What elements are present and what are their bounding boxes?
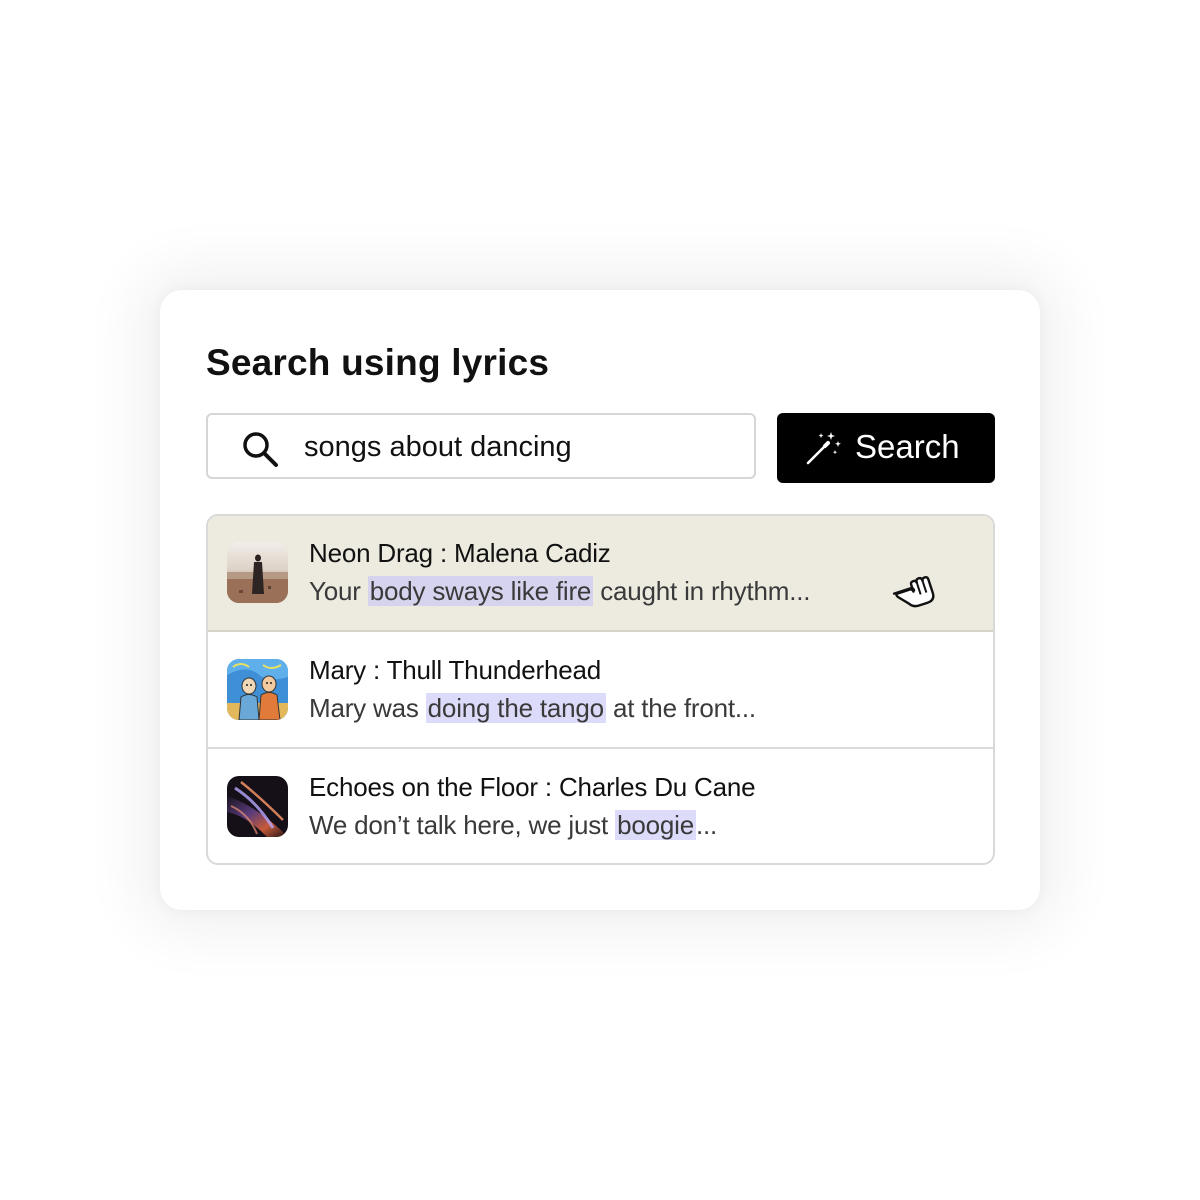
result-title: Echoes on the Floor : Charles Du Cane — [309, 772, 756, 803]
song-name: Neon Drag — [309, 538, 433, 568]
search-icon — [243, 432, 278, 467]
lyric-highlight: doing the tango — [425, 693, 606, 723]
title-separator: : — [537, 772, 559, 802]
magic-wand-icon — [806, 432, 841, 465]
result-lyric: Mary was doing the tango at the front... — [309, 693, 756, 724]
lyric-highlight: boogie — [615, 810, 696, 840]
artist-name: Malena Cadiz — [454, 538, 611, 568]
search-button[interactable]: Search — [777, 413, 995, 483]
lyric-text: Your — [309, 576, 368, 606]
panel-title: Search using lyrics — [206, 342, 550, 383]
result-title: Mary : Thull Thunderhead — [309, 655, 601, 686]
lyric-text: We don’t talk here, we just — [309, 810, 616, 840]
result-row[interactable]: Echoes on the Floor : Charles Du Cane We… — [208, 750, 993, 863]
album-art — [227, 776, 288, 837]
search-button-label: Search — [855, 428, 960, 465]
result-row[interactable]: Neon Drag : Malena Cadiz Your body sways… — [208, 516, 993, 632]
search-query-text[interactable]: songs about dancing — [304, 431, 572, 464]
lyric-text: Mary was — [309, 693, 426, 723]
result-lyric: We don’t talk here, we just boogie... — [309, 810, 717, 841]
artist-name: Charles Du Cane — [558, 772, 756, 802]
lyric-text: ... — [695, 810, 718, 840]
lyric-highlight: body sways like fire — [367, 576, 594, 606]
album-art — [227, 659, 288, 720]
lyrics-search-panel: Search using lyrics songs about dancing … — [160, 290, 1040, 910]
result-title: Neon Drag : Malena Cadiz — [309, 538, 611, 569]
lyric-text: caught in rhythm... — [593, 576, 811, 606]
album-art — [227, 542, 288, 603]
result-lyric: Your body sways like fire caught in rhyt… — [309, 576, 810, 607]
artist-name: Thull Thunderhead — [386, 655, 602, 685]
hand-pointer-icon — [892, 576, 935, 608]
song-name: Mary — [309, 655, 366, 685]
search-input[interactable]: songs about dancing — [206, 413, 756, 479]
title-separator: : — [432, 538, 455, 568]
song-name: Echoes on the Floor — [309, 772, 538, 802]
title-separator: : — [365, 655, 387, 685]
search-results-list: Neon Drag : Malena Cadiz Your body sways… — [206, 514, 995, 865]
result-row[interactable]: Mary : Thull Thunderhead Mary was doing … — [208, 633, 993, 749]
lyric-text: at the front... — [605, 693, 756, 723]
